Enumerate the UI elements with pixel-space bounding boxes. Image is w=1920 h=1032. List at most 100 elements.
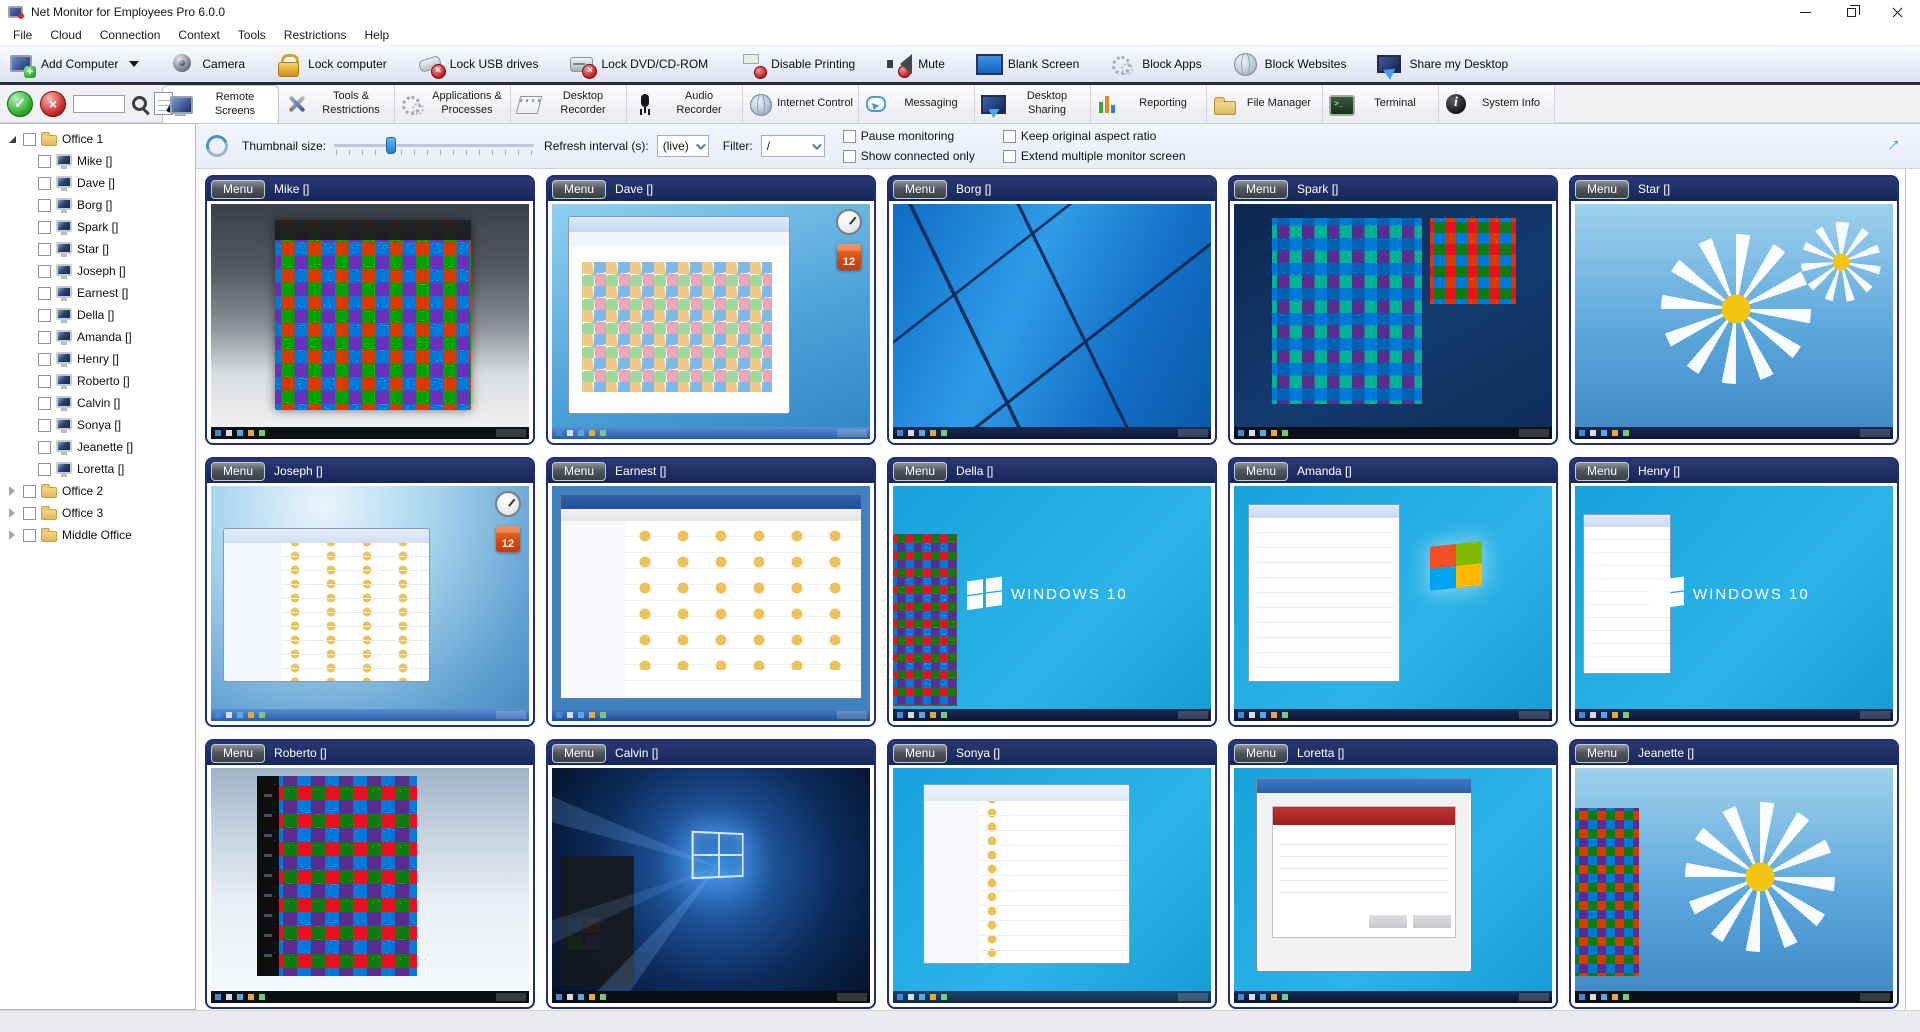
tab-desktop-recorder[interactable]: Desktop Recorder xyxy=(511,85,627,123)
tab-tools-restrictions[interactable]: Tools & Restrictions xyxy=(279,85,395,123)
tree-computer-label[interactable]: Spark [] xyxy=(77,220,118,234)
tree-checkbox[interactable] xyxy=(38,177,51,190)
remote-screen-earnest[interactable] xyxy=(552,486,870,721)
checkbox-pause-monitoring[interactable]: Pause monitoring xyxy=(843,127,975,145)
fullscreen-expand-icon[interactable] xyxy=(1882,132,1904,154)
tree-group-middle-office[interactable]: Middle Office xyxy=(0,524,195,546)
thumbnail-menu-button[interactable]: Menu xyxy=(211,744,265,763)
remote-screen-spark[interactable] xyxy=(1234,204,1552,439)
tree-computer-label[interactable]: Amanda [] xyxy=(77,330,132,344)
checkbox-keep-original-aspect-ratio[interactable]: Keep original aspect ratio xyxy=(1003,127,1186,145)
tree-computer-label[interactable]: Loretta [] xyxy=(77,462,124,476)
remote-screen-joseph[interactable]: 12 xyxy=(211,486,529,721)
toolbar-button-block-websites[interactable]: Block Websites xyxy=(1232,52,1347,76)
disconnect-button[interactable]: × xyxy=(40,91,66,117)
tree-checkbox[interactable] xyxy=(23,133,36,146)
tree-checkbox[interactable] xyxy=(38,309,51,322)
thumbnail-menu-button[interactable]: Menu xyxy=(893,180,947,199)
remote-screen-star[interactable] xyxy=(1575,204,1893,439)
menu-cloud[interactable]: Cloud xyxy=(41,26,90,44)
tree-checkbox[interactable] xyxy=(38,331,51,344)
toolbar-button-add-computer[interactable]: Add Computer xyxy=(8,52,139,76)
tree-checkbox[interactable] xyxy=(38,353,51,366)
tree-computer-label[interactable]: Mike [] xyxy=(77,154,112,168)
toolbar-button-lock-computer[interactable]: Lock computer xyxy=(275,52,387,76)
tree-group-office-2[interactable]: Office 2 xyxy=(0,480,195,502)
refresh-icon[interactable] xyxy=(202,131,231,160)
thumbnail-menu-button[interactable]: Menu xyxy=(1234,462,1288,481)
toolbar-button-lock-dvd-cd-rom[interactable]: Lock DVD/CD-ROM xyxy=(568,52,708,76)
tree-computer-label[interactable]: Star [] xyxy=(77,242,109,256)
tree-computer-sonya[interactable]: Sonya [] xyxy=(0,414,195,436)
tree-computer-mike[interactable]: Mike [] xyxy=(0,150,195,172)
menu-restrictions[interactable]: Restrictions xyxy=(275,26,356,44)
thumbnail-menu-button[interactable]: Menu xyxy=(211,462,265,481)
remote-screen-roberto[interactable] xyxy=(211,768,529,1003)
checkbox-box[interactable] xyxy=(843,150,856,163)
tree-checkbox[interactable] xyxy=(38,199,51,212)
thumbnail-menu-button[interactable]: Menu xyxy=(1234,180,1288,199)
tree-computer-label[interactable]: Roberto [] xyxy=(77,374,130,388)
tab-system-info[interactable]: System Info xyxy=(1439,85,1555,123)
remote-screen-della[interactable]: WINDOWS 10 xyxy=(893,486,1211,721)
remote-screen-sonya[interactable] xyxy=(893,768,1211,1003)
tree-computer-label[interactable]: Earnest [] xyxy=(77,286,128,300)
tree-computer-label[interactable]: Sonya [] xyxy=(77,418,121,432)
tree-checkbox[interactable] xyxy=(38,375,51,388)
tree-computer-label[interactable]: Della [] xyxy=(77,308,114,322)
tree-computer-label[interactable]: Dave [] xyxy=(77,176,115,190)
tree-computer-earnest[interactable]: Earnest [] xyxy=(0,282,195,304)
toolbar-button-blank-screen[interactable]: Blank Screen xyxy=(975,52,1079,76)
search-icon[interactable] xyxy=(132,96,147,111)
tree-group-office-3[interactable]: Office 3 xyxy=(0,502,195,524)
remote-screen-calvin[interactable] xyxy=(552,768,870,1003)
expand-arrow-icon[interactable] xyxy=(6,530,18,540)
expand-arrow-icon[interactable] xyxy=(6,486,18,496)
tree-computer-label[interactable]: Henry [] xyxy=(77,352,119,366)
checkbox-box[interactable] xyxy=(1003,130,1016,143)
thumbnail-menu-button[interactable]: Menu xyxy=(893,462,947,481)
tree-checkbox[interactable] xyxy=(38,397,51,410)
tree-computer-amanda[interactable]: Amanda [] xyxy=(0,326,195,348)
tree-group-label[interactable]: Office 3 xyxy=(62,506,103,520)
remote-screen-dave[interactable]: 12 xyxy=(552,204,870,439)
toolbar-button-disable-printing[interactable]: Disable Printing xyxy=(738,52,855,76)
remote-screen-jeanette[interactable] xyxy=(1575,768,1893,1003)
close-button[interactable] xyxy=(1874,0,1920,24)
remote-screen-borg[interactable] xyxy=(893,204,1211,439)
menu-file[interactable]: File xyxy=(4,26,41,44)
restore-button[interactable] xyxy=(1828,0,1874,24)
tree-computer-henry[interactable]: Henry [] xyxy=(0,348,195,370)
remote-screen-mike[interactable] xyxy=(211,204,529,439)
tree-computer-label[interactable]: Borg [] xyxy=(77,198,112,212)
thumbnail-menu-button[interactable]: Menu xyxy=(1575,180,1629,199)
checkbox-extend-multiple-monitor-screen[interactable]: Extend multiple monitor screen xyxy=(1003,147,1186,165)
tree-computer-joseph[interactable]: Joseph [] xyxy=(0,260,195,282)
thumbnail-menu-button[interactable]: Menu xyxy=(552,180,606,199)
thumbnail-menu-button[interactable]: Menu xyxy=(211,180,265,199)
tree-checkbox[interactable] xyxy=(23,529,36,542)
tab-file-manager[interactable]: File Manager xyxy=(1207,85,1323,123)
checkbox-show-connected-only[interactable]: Show connected only xyxy=(843,147,975,165)
tree-computer-label[interactable]: Jeanette [] xyxy=(77,440,133,454)
toolbar-button-block-apps[interactable]: Block Apps xyxy=(1109,52,1201,76)
tab-desktop-sharing[interactable]: Desktop Sharing xyxy=(975,85,1091,123)
tree-group-label[interactable]: Office 2 xyxy=(62,484,103,498)
tree-group-office-1[interactable]: Office 1 xyxy=(0,128,195,150)
remote-screen-amanda[interactable] xyxy=(1234,486,1552,721)
menu-context[interactable]: Context xyxy=(169,26,228,44)
thumbnail-menu-button[interactable]: Menu xyxy=(552,744,606,763)
tree-computer-loretta[interactable]: Loretta [] xyxy=(0,458,195,480)
tree-checkbox[interactable] xyxy=(23,507,36,520)
toolbar-button-camera[interactable]: Camera xyxy=(169,52,245,76)
thumbnail-size-slider[interactable] xyxy=(334,135,534,157)
tree-computer-jeanette[interactable]: Jeanette [] xyxy=(0,436,195,458)
toolbar-button-share-my-desktop[interactable]: Share my Desktop xyxy=(1376,52,1508,76)
toolbar-button-lock-usb-drives[interactable]: Lock USB drives xyxy=(417,52,539,76)
expand-arrow-icon[interactable] xyxy=(6,508,18,518)
tree-checkbox[interactable] xyxy=(38,243,51,256)
tab-reporting[interactable]: Reporting xyxy=(1091,85,1207,123)
filter-select[interactable]: / xyxy=(761,135,825,157)
tree-checkbox[interactable] xyxy=(23,485,36,498)
tree-checkbox[interactable] xyxy=(38,463,51,476)
